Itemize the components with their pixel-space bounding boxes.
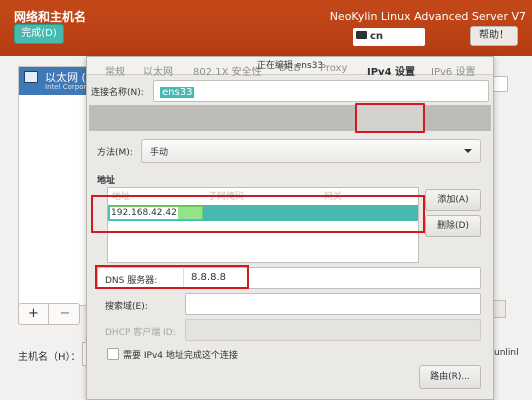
search-domains-input[interactable] bbox=[185, 293, 481, 315]
add-address-button[interactable]: 添加(A) bbox=[425, 189, 481, 211]
connection-name-label: 连接名称(N): bbox=[91, 88, 144, 98]
method-label: 方法(M): bbox=[97, 148, 133, 158]
background-switch[interactable] bbox=[492, 76, 508, 92]
tab-ipv6-settings[interactable]: IPv6 设置 bbox=[431, 63, 475, 78]
background-configure-button[interactable] bbox=[492, 300, 506, 318]
address-highlight-box bbox=[91, 195, 425, 233]
keyboard-layout-label: cn bbox=[370, 31, 384, 42]
done-button[interactable]: 完成(D) bbox=[14, 24, 64, 44]
tab-dcb[interactable]: DCB bbox=[279, 63, 301, 74]
tab-ipv4-settings[interactable]: IPv4 设置 bbox=[367, 63, 415, 78]
tab-bar bbox=[89, 105, 491, 131]
help-button[interactable]: 帮助！ bbox=[470, 26, 518, 46]
current-hostname: unlinl bbox=[494, 348, 519, 358]
connection-name-input[interactable]: ens33 bbox=[153, 80, 489, 102]
require-ipv4-label: 需要 IPv4 地址完成这个连接 bbox=[123, 351, 238, 361]
active-tab-highlight bbox=[355, 103, 425, 133]
edit-connection-dialog: 正在编辑 ens33 连接名称(N): ens33 常规 以太网 802.1X … bbox=[86, 56, 494, 400]
address-section-title: 地址 bbox=[97, 176, 116, 186]
dns-highlight-box bbox=[95, 265, 249, 289]
tab-ethernet[interactable]: 以太网 bbox=[143, 63, 173, 78]
connection-name-value: ens33 bbox=[160, 87, 195, 98]
page-title: 网络和主机名 bbox=[14, 10, 87, 24]
dhcp-client-id-label: DHCP 客户端 ID: bbox=[105, 328, 176, 338]
add-remove-group: + − bbox=[18, 303, 80, 325]
routes-button[interactable]: 路由(R)... bbox=[419, 365, 481, 389]
chevron-down-icon bbox=[464, 149, 472, 153]
method-dropdown[interactable]: 手动 bbox=[141, 139, 481, 163]
dhcp-client-id-input bbox=[185, 319, 481, 341]
hostname-label: 主机名（H）： bbox=[18, 352, 81, 363]
tab-8021x-security[interactable]: 802.1X 安全性 bbox=[193, 63, 262, 78]
remove-connection-button[interactable]: − bbox=[50, 304, 80, 324]
tab-proxy[interactable]: Proxy bbox=[320, 63, 347, 74]
top-bar: 网络和主机名 完成(D) NeoKylin Linux Advanced Ser… bbox=[0, 0, 532, 56]
add-connection-button[interactable]: + bbox=[19, 304, 49, 324]
connection-description: Intel Corpora bbox=[45, 83, 91, 91]
keyboard-icon bbox=[356, 31, 367, 39]
require-ipv4-checkbox[interactable] bbox=[107, 348, 119, 360]
search-domains-label: 搜索域(E): bbox=[105, 302, 148, 312]
product-name: NeoKylin Linux Advanced Server V7 bbox=[329, 10, 526, 23]
keyboard-layout-indicator[interactable]: cn bbox=[353, 28, 425, 46]
tab-general[interactable]: 常规 bbox=[105, 63, 125, 78]
ethernet-icon bbox=[24, 71, 38, 83]
method-value: 手动 bbox=[150, 148, 169, 158]
delete-address-button[interactable]: 删除(D) bbox=[425, 215, 481, 237]
